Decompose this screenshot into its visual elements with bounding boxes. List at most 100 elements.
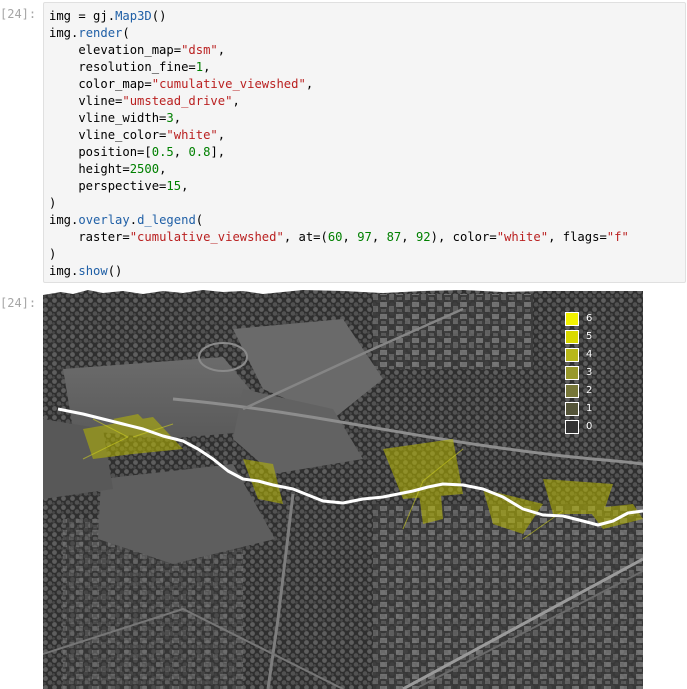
code-token: . xyxy=(129,213,138,227)
code-token: vline_color= xyxy=(49,128,167,142)
legend-label: 6 xyxy=(586,313,593,324)
legend-item: 0 xyxy=(565,419,615,437)
code-token: 0.8 xyxy=(188,145,211,159)
code-token: img xyxy=(49,9,72,23)
code-token: render xyxy=(78,26,123,40)
code-line: position=[0.5, 0.8], xyxy=(49,144,629,161)
code-token: , at=( xyxy=(283,230,328,244)
code-token: "dsm" xyxy=(181,43,218,57)
legend-swatch xyxy=(565,330,579,344)
legend-item: 6 xyxy=(565,311,615,329)
code-token: 87 xyxy=(386,230,402,244)
legend-label: 3 xyxy=(586,367,593,378)
legend-item: 2 xyxy=(565,383,615,401)
code-token: img xyxy=(49,264,72,278)
code-line: height=2500, xyxy=(49,161,629,178)
code-token: 92 xyxy=(415,230,431,244)
code-token: ( xyxy=(195,213,204,227)
code-line: elevation_map="dsm", xyxy=(49,42,629,59)
code-token: "f" xyxy=(606,230,629,244)
legend-swatch xyxy=(565,420,579,434)
urban-area-top xyxy=(373,294,533,369)
code-token: 1 xyxy=(195,60,204,74)
code-line: vline="umstead_drive", xyxy=(49,93,629,110)
code-token: raster= xyxy=(49,230,130,244)
code-token: , flags= xyxy=(548,230,607,244)
code-token: . xyxy=(107,9,116,23)
code-token: resolution_fine= xyxy=(49,60,196,74)
code-token: , xyxy=(173,145,189,159)
legend-label: 2 xyxy=(586,385,593,396)
code-token: 97 xyxy=(357,230,372,244)
code-token: "cumulative_viewshed" xyxy=(129,230,284,244)
code-line: raster="cumulative_viewshed", at=(60, 97… xyxy=(49,229,629,246)
viewshed-legend: 6 5 4 3 2 1 0 xyxy=(565,311,615,437)
code-token: , xyxy=(181,179,189,193)
code-line: perspective=15, xyxy=(49,178,629,195)
code-token: , xyxy=(217,128,226,142)
code-token: "white" xyxy=(496,230,549,244)
code-line: img.overlay.d_legend( xyxy=(49,212,629,229)
legend-item: 5 xyxy=(565,329,615,347)
code-token: 60 xyxy=(327,230,343,244)
code-line: img.render( xyxy=(49,25,629,42)
code-line: resolution_fine=1, xyxy=(49,59,629,76)
code-line: vline_color="white", xyxy=(49,127,629,144)
code-token: "cumulative_viewshed" xyxy=(151,77,306,91)
code-token: , xyxy=(401,230,416,244)
urban-area-bottom-right xyxy=(373,504,643,689)
legend-swatch xyxy=(565,384,579,398)
code-token: img xyxy=(49,26,72,40)
code-token: show xyxy=(78,264,108,278)
input-cell[interactable]: [24]: img = gj.Map3D() img.render( elevat… xyxy=(0,0,687,286)
code-token: = xyxy=(71,9,94,23)
code-token: 3 xyxy=(166,111,174,125)
code-token: ), color= xyxy=(430,230,497,244)
code-token: , xyxy=(159,162,167,176)
legend-swatch xyxy=(565,312,579,326)
code-token: , xyxy=(203,60,211,74)
code-line: img = gj.Map3D() xyxy=(49,8,629,25)
code-token: "white" xyxy=(166,128,218,142)
code-line: ) xyxy=(49,246,629,263)
code-token: height= xyxy=(49,162,130,176)
code-token: Map3D xyxy=(115,9,152,23)
code-token: 2500 xyxy=(129,162,160,176)
code-token: , xyxy=(173,111,182,125)
legend-item: 1 xyxy=(565,401,615,419)
legend-label: 5 xyxy=(586,331,593,342)
legend-item: 4 xyxy=(565,347,615,365)
code-token: 15 xyxy=(166,179,182,193)
code-token: , xyxy=(305,77,314,91)
code-token: img xyxy=(49,213,72,227)
input-prompt: [24]: xyxy=(0,7,37,21)
code-token: , xyxy=(342,230,358,244)
code-token: ) xyxy=(49,247,57,261)
legend-item: 3 xyxy=(565,365,615,383)
code-token: gj xyxy=(93,9,108,23)
output-prompt: [24]: xyxy=(0,296,37,310)
legend-label: 1 xyxy=(586,403,593,414)
code-token: () xyxy=(151,9,167,23)
code-token: position=[ xyxy=(49,145,152,159)
code-token: ], xyxy=(210,145,226,159)
code-line: color_map="cumulative_viewshed", xyxy=(49,76,629,93)
code-editor[interactable]: img = gj.Map3D() img.render( elevation_ma… xyxy=(43,2,686,283)
code-token: overlay xyxy=(78,213,130,227)
code-line: img.show() xyxy=(49,263,629,280)
code-token: ( xyxy=(122,26,130,40)
legend-swatch xyxy=(565,366,579,380)
code-token: ) xyxy=(49,196,57,210)
legend-swatch xyxy=(565,348,579,362)
code-text[interactable]: img = gj.Map3D() img.render( elevation_ma… xyxy=(49,8,629,280)
legend-label: 4 xyxy=(586,349,593,360)
code-token: 0.5 xyxy=(151,145,174,159)
code-token: vline= xyxy=(49,94,123,108)
map3d-render xyxy=(43,290,643,689)
code-token: elevation_map= xyxy=(49,43,182,57)
code-token: () xyxy=(107,264,123,278)
code-token: d_legend xyxy=(137,213,196,227)
code-token: perspective= xyxy=(49,179,167,193)
output-cell: 6 5 4 3 2 1 0 xyxy=(43,289,643,689)
legend-swatch xyxy=(565,402,579,416)
